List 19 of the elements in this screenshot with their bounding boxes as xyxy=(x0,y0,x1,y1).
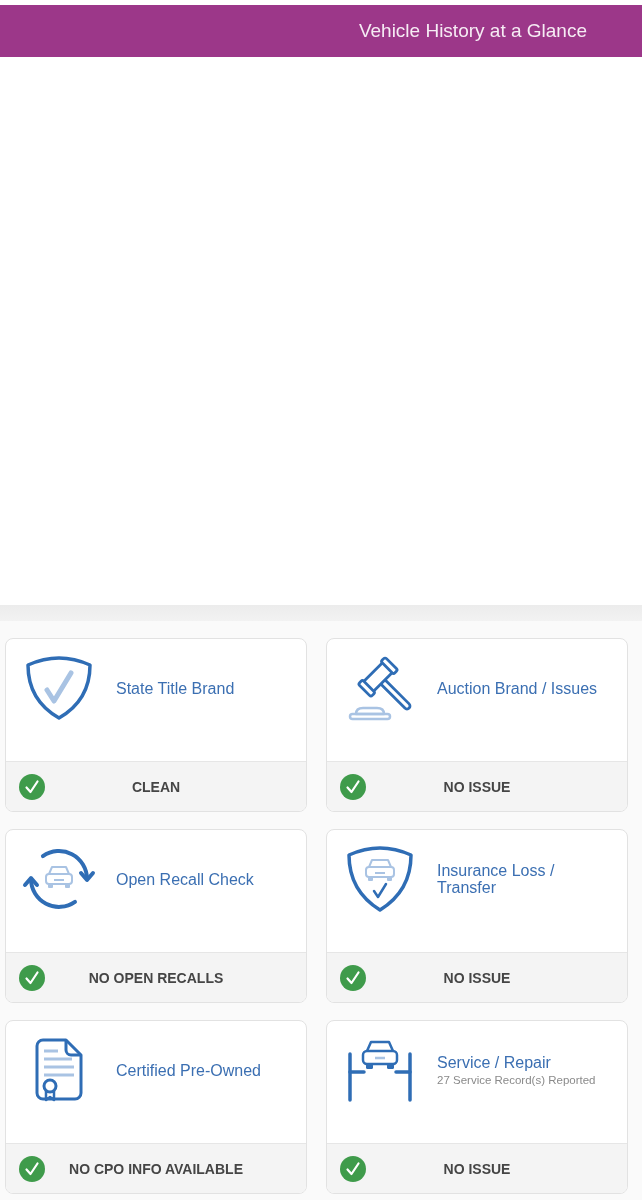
record-count-text: 27 Service Record(s) Reported xyxy=(437,1074,596,1086)
card-title: Insurance Loss / Transfer xyxy=(437,862,556,896)
status-label: NO ISSUE xyxy=(442,778,512,795)
status-label: NO ISSUE xyxy=(442,969,512,986)
gavel-icon xyxy=(346,655,414,721)
header-title: Vehicle History at a Glance xyxy=(358,20,587,42)
card-title: Open Recall Check xyxy=(116,870,254,888)
certificate-icon xyxy=(34,1038,84,1102)
car-lift-icon xyxy=(348,1038,412,1102)
card-title: Certified Pre-Owned xyxy=(116,1061,261,1079)
card-title: Service / Repair xyxy=(437,1054,552,1071)
status-label: CLEAN xyxy=(130,778,182,795)
card-title: Auction Brand / Issues xyxy=(437,679,598,697)
status-label: NO OPEN RECALLS xyxy=(87,969,225,986)
card-title: State Title Brand xyxy=(116,679,235,697)
shield-check-icon xyxy=(26,656,92,720)
status-label: NO CPO INFO AVAILABLE xyxy=(68,1160,244,1177)
status-label: NO ISSUE xyxy=(442,1160,512,1177)
shield-car-icon xyxy=(347,846,413,912)
